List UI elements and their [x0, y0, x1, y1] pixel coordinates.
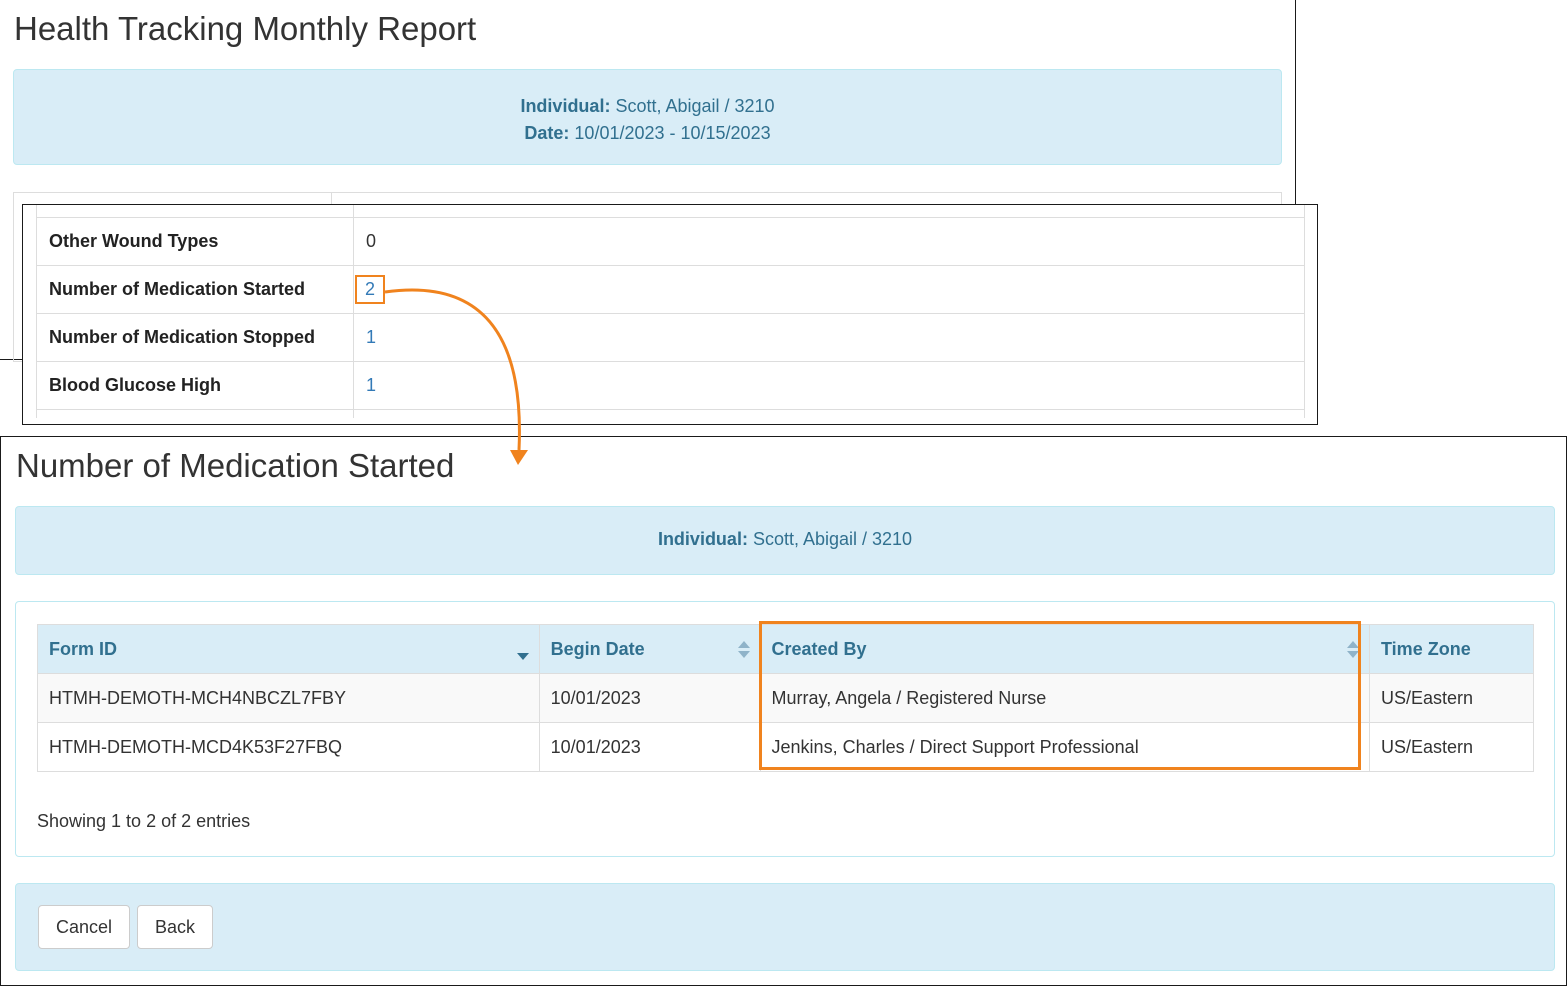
- medication-started-panel: Number of Medication Started Individual:…: [0, 436, 1567, 986]
- column-header-form-id[interactable]: Form ID: [37, 624, 540, 674]
- sort-icon: [737, 641, 750, 659]
- sort-icon: [1347, 641, 1360, 659]
- report-individual-line: Individual: Scott, Abigail / 3210: [14, 93, 1281, 120]
- column-header-time-zone[interactable]: Time Zone: [1369, 624, 1534, 674]
- cell-form-id: HTMH-DEMOTH-MCH4NBCZL7FBY: [37, 673, 540, 723]
- row-value-other-wound-types: 0: [353, 216, 1305, 266]
- row-label-blood-glucose-high: Blood Glucose High: [36, 360, 354, 410]
- table-row[interactable]: HTMH-DEMOTH-MCH4NBCZL7FBY 10/01/2023 Mur…: [37, 673, 1534, 723]
- table-row: Other Wound Types 0: [36, 216, 1305, 266]
- cell-form-id: HTMH-DEMOTH-MCD4K53F27FBQ: [37, 722, 540, 772]
- column-header-begin-date[interactable]: Begin Date: [538, 624, 761, 674]
- cell-begin-date: 10/01/2023: [538, 722, 761, 772]
- report-detail-table: Other Wound Types 0 Number of Medication…: [36, 205, 1305, 418]
- medication-started-link[interactable]: 2: [365, 279, 375, 299]
- report-info-box: Individual: Scott, Abigail / 3210 Date: …: [13, 69, 1282, 165]
- cell-begin-date: 10/01/2023: [538, 673, 761, 723]
- individual-label: Individual:: [520, 96, 611, 116]
- medication-started-highlight: 2: [355, 274, 386, 304]
- individual-value: Scott, Abigail / 3210: [615, 96, 775, 116]
- back-button[interactable]: Back: [137, 905, 213, 949]
- table-row: Number of Medication Started 2: [36, 264, 1305, 314]
- medication-info-box: Individual: Scott, Abigail / 3210: [15, 506, 1555, 575]
- cancel-button[interactable]: Cancel: [38, 905, 130, 949]
- report-title: Health Tracking Monthly Report: [14, 10, 477, 47]
- cell-time-zone: US/Eastern: [1369, 673, 1534, 723]
- medication-title: Number of Medication Started: [16, 447, 455, 484]
- individual-label: Individual:: [657, 529, 748, 549]
- report-date-line: Date: 10/01/2023 - 10/15/2023: [14, 120, 1281, 147]
- cell-created-by: Jenkins, Charles / Direct Support Profes…: [759, 722, 1371, 772]
- row-label-other-wound-types: Other Wound Types: [36, 216, 354, 266]
- footer-action-bar: Cancel Back: [15, 883, 1555, 971]
- table-row: Blood Glucose High 1: [36, 360, 1305, 410]
- cell-time-zone: US/Eastern: [1369, 722, 1534, 772]
- column-header-created-by[interactable]: Created By: [759, 624, 1371, 674]
- blood-glucose-high-link[interactable]: 1: [366, 375, 376, 395]
- entries-table-container: Form ID Begin Date Created By Time Zone: [15, 601, 1555, 857]
- table-header-row: Form ID Begin Date Created By Time Zone: [37, 624, 1534, 674]
- medication-stopped-link[interactable]: 1: [366, 327, 376, 347]
- individual-value: Scott, Abigail / 3210: [752, 529, 913, 549]
- row-label-medication-started: Number of Medication Started: [36, 264, 354, 314]
- row-label-medication-stopped: Number of Medication Stopped: [36, 312, 354, 362]
- table-entries-info: Showing 1 to 2 of 2 entries: [37, 811, 251, 831]
- date-value: 10/01/2023 - 10/15/2023: [574, 123, 771, 143]
- date-label: Date:: [524, 123, 570, 143]
- cell-created-by: Murray, Angela / Registered Nurse: [759, 673, 1371, 723]
- report-detail-panel: Other Wound Types 0 Number of Medication…: [22, 204, 1318, 425]
- table-row[interactable]: HTMH-DEMOTH-MCD4K53F27FBQ 10/01/2023 Jen…: [37, 722, 1534, 772]
- sort-desc-icon: [516, 641, 529, 660]
- entries-table: Form ID Begin Date Created By Time Zone: [37, 624, 1534, 772]
- table-row: Number of Medication Stopped 1: [36, 312, 1305, 362]
